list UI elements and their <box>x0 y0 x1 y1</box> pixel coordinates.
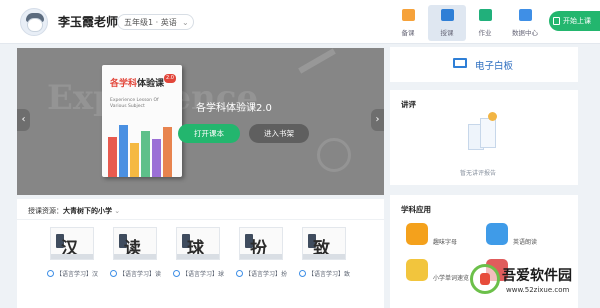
card-illustration <box>240 254 282 259</box>
book-cover-title-part: 体验课 <box>137 79 165 89</box>
abc-app-icon <box>406 223 428 245</box>
resource-caption-text: 【语言学习】扮 <box>245 271 288 278</box>
book-cover-subtitle: Experience Lesson Of Various Subject <box>110 98 159 109</box>
top-header: 李玉霞老师 五年级1 · 英语 ⌄ 备课 授课 作业 数据中心 开始上课 <box>0 0 600 44</box>
resource-caption-text: 【语言学习】致 <box>308 271 351 278</box>
illustration-bird <box>488 112 497 121</box>
avatar[interactable] <box>20 8 48 36</box>
whiteboard-button[interactable]: 电子白板 <box>390 47 578 82</box>
book-cover[interactable]: 各学科体验课 2.0 Experience Lesson Of Various … <box>102 65 182 177</box>
resource-caption-text: 【语言学习】汉 <box>56 271 99 278</box>
chart-icon <box>518 9 532 21</box>
eye-icon <box>173 270 180 277</box>
chevron-right-icon: › <box>375 114 380 125</box>
eye-icon <box>236 270 243 277</box>
illustration-paper <box>480 118 496 148</box>
nav-teach-label: 授课 <box>440 29 454 37</box>
card-illustration <box>303 254 345 259</box>
book-icon <box>478 9 492 21</box>
watermark-url: www.52zixue.com <box>506 286 570 294</box>
resource-card[interactable]: 汉 <box>50 227 94 260</box>
start-class-label: 开始上课 <box>563 17 591 25</box>
app-label: 小学单词速览 <box>433 275 470 282</box>
carousel-prev-button[interactable]: ‹ <box>17 109 30 131</box>
resource-caption[interactable]: 【语言学习】球 <box>173 269 227 278</box>
resource-card[interactable]: 球 <box>176 227 220 260</box>
grade-class-select[interactable]: 五年级1 · 英语 ⌄ <box>117 14 194 30</box>
eye-icon <box>299 270 306 277</box>
site-watermark: 吾爱软件园 www.52zixue.com <box>470 262 600 308</box>
open-textbook-button[interactable]: 打开课本 <box>178 124 240 143</box>
card-illustration <box>51 254 93 259</box>
cover-book-spine <box>141 131 150 177</box>
lecture-empty-text: 暂无讲评报告 <box>460 170 497 177</box>
nav-prepare-label: 备课 <box>401 29 415 37</box>
app-label: 英语朗读 <box>513 239 538 246</box>
app-fun-letters[interactable]: 趣味字母 <box>406 223 486 253</box>
word-app-icon <box>406 259 428 281</box>
cover-book-spine <box>119 125 128 177</box>
app-label: 趣味字母 <box>433 239 458 246</box>
chevron-down-icon: ⌄ <box>182 18 189 27</box>
lecture-review-title: 讲评 <box>401 100 416 109</box>
nav-data-center-label: 数据中心 <box>512 29 538 37</box>
cover-book-spine <box>108 137 117 177</box>
subject-apps-title: 学科应用 <box>401 205 431 214</box>
book-title: 各学科体验课2.0 <box>196 103 272 114</box>
start-class-button[interactable]: 开始上课 <box>549 11 600 31</box>
chevron-down-icon: ⌄ <box>114 207 121 215</box>
eye-icon <box>110 270 117 277</box>
resource-card[interactable]: 扮 <box>239 227 283 260</box>
nav-teach[interactable]: 授课 <box>428 5 466 41</box>
watermark-name: 吾爱软件园 <box>502 268 572 284</box>
resource-caption[interactable]: 【语言学习】读 <box>110 269 164 278</box>
enter-bookshelf-button[interactable]: 进入书架 <box>249 124 309 143</box>
whiteboard-icon <box>453 58 467 68</box>
divider <box>17 219 384 220</box>
book-cover-title-part: 各学科 <box>110 79 138 89</box>
nav-data-center[interactable]: 数据中心 <box>506 5 544 41</box>
resource-card[interactable]: 读 <box>113 227 157 260</box>
grade-select-value: 五年级1 · 英语 <box>124 18 177 27</box>
whiteboard-label: 电子白板 <box>475 61 514 72</box>
resource-caption[interactable]: 【语言学习】汉 <box>47 269 101 278</box>
cover-book-spine <box>130 143 139 177</box>
resource-caption-text: 【语言学习】读 <box>119 271 162 278</box>
resources-label: 授课资源： <box>28 207 63 215</box>
avatar-face <box>27 18 43 32</box>
card-illustration <box>114 254 156 259</box>
card-illustration <box>177 254 219 259</box>
nav-prepare[interactable]: 备课 <box>389 5 427 41</box>
teaching-resources-panel: 授课资源：大青树下的小学 ⌄ 汉 【语言学习】汉 读 【语言学习】读 球 【语言… <box>17 199 384 308</box>
nav-homework-label: 作业 <box>478 29 492 37</box>
teacher-name: 李玉霞老师 <box>58 15 119 29</box>
play-board-icon <box>553 17 560 25</box>
cover-book-spine <box>152 139 161 177</box>
lecture-review-panel: 讲评 暂无讲评报告 <box>390 90 578 185</box>
read-app-icon <box>486 223 508 245</box>
chevron-left-icon: ‹ <box>21 114 26 125</box>
banner-decoration <box>317 138 351 172</box>
resources-header[interactable]: 授课资源：大青树下的小学 ⌄ <box>28 206 120 216</box>
book-cover-badge: 2.0 <box>164 74 176 83</box>
app-english-reading[interactable]: 英语朗读 <box>486 223 566 253</box>
textbook-banner: Experience 各学科体验课 2.0 Experience Lesson … <box>17 48 384 195</box>
nav-homework[interactable]: 作业 <box>466 5 504 41</box>
book-cover-title: 各学科体验课 <box>110 76 164 89</box>
empty-state-illustration <box>462 112 502 154</box>
carousel-next-button[interactable]: › <box>371 109 384 131</box>
resource-caption-text: 【语言学习】球 <box>182 271 225 278</box>
resource-card[interactable]: 致 <box>302 227 346 260</box>
resource-caption[interactable]: 【语言学习】致 <box>299 269 353 278</box>
banner-decoration <box>298 48 336 74</box>
folder-icon <box>401 9 415 21</box>
resource-caption[interactable]: 【语言学习】扮 <box>236 269 290 278</box>
cover-book-spine <box>163 127 172 177</box>
eye-icon <box>47 270 54 277</box>
watermark-logo-icon <box>470 264 500 294</box>
resources-source: 大青树下的小学 <box>63 207 112 215</box>
monitor-icon <box>440 9 454 21</box>
